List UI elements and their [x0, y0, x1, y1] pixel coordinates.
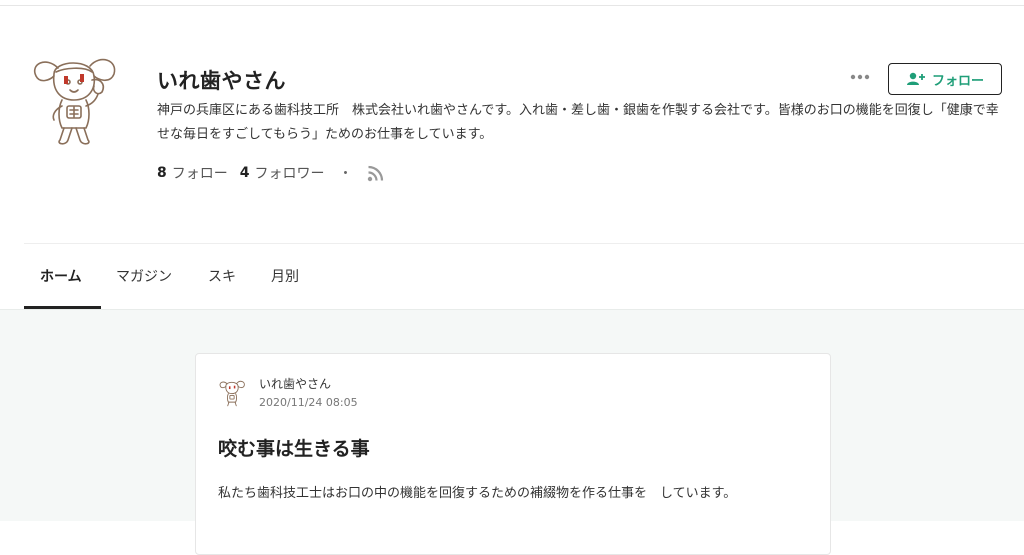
profile-header: いれ歯やさん 神戸の兵庫区にある歯科技工所 株式会社いれ歯やさんです。入れ歯・差… [0, 6, 1024, 244]
more-options-button[interactable] [849, 69, 871, 85]
profile-tabs: ホーム マガジン スキ 月別 [24, 244, 1024, 309]
follow-button[interactable]: フォロー [888, 63, 1002, 95]
followers-label[interactable]: フォロワー [255, 163, 325, 183]
following-count[interactable]: 8 [157, 165, 167, 181]
followers-count[interactable]: 4 [240, 165, 250, 181]
post-author[interactable]: いれ歯やさん [259, 375, 331, 392]
post-card[interactable]: いれ歯やさん 2020/11/24 08:05 咬む事は生きる事 私たち歯科技工… [195, 353, 831, 555]
mascot-avatar [33, 58, 116, 145]
follow-button-label: フォロー [931, 73, 984, 89]
more-dots-icon [850, 74, 870, 80]
profile-stats: 8 フォロー 4 フォロワー ・ [157, 163, 384, 183]
following-label[interactable]: フォロー [172, 163, 228, 183]
tab-magazine[interactable]: マガジン [116, 244, 172, 309]
feed-area: いれ歯やさん 2020/11/24 08:05 咬む事は生きる事 私たち歯科技工… [0, 309, 1024, 555]
stats-separator: ・ [338, 166, 353, 182]
mascot-avatar-small [219, 380, 245, 407]
post-title[interactable]: 咬む事は生きる事 [218, 434, 370, 461]
tab-monthly[interactable]: 月別 [271, 244, 299, 309]
post-author-avatar[interactable] [218, 378, 246, 408]
profile-avatar[interactable] [28, 50, 120, 146]
rss-icon[interactable] [367, 165, 384, 182]
post-excerpt: 私たち歯科技工士はお口の中の機能を回復するための補綴物を作る仕事を しています。 [218, 486, 737, 501]
profile-description: 神戸の兵庫区にある歯科技工所 株式会社いれ歯やさんです。入れ歯・差し歯・銀歯を作… [157, 103, 999, 142]
post-date: 2020/11/24 08:05 [259, 396, 358, 409]
profile-name: いれ歯やさん [157, 69, 286, 93]
tab-home[interactable]: ホーム [40, 244, 82, 309]
tab-likes[interactable]: スキ [208, 244, 236, 309]
user-plus-icon [906, 72, 925, 85]
